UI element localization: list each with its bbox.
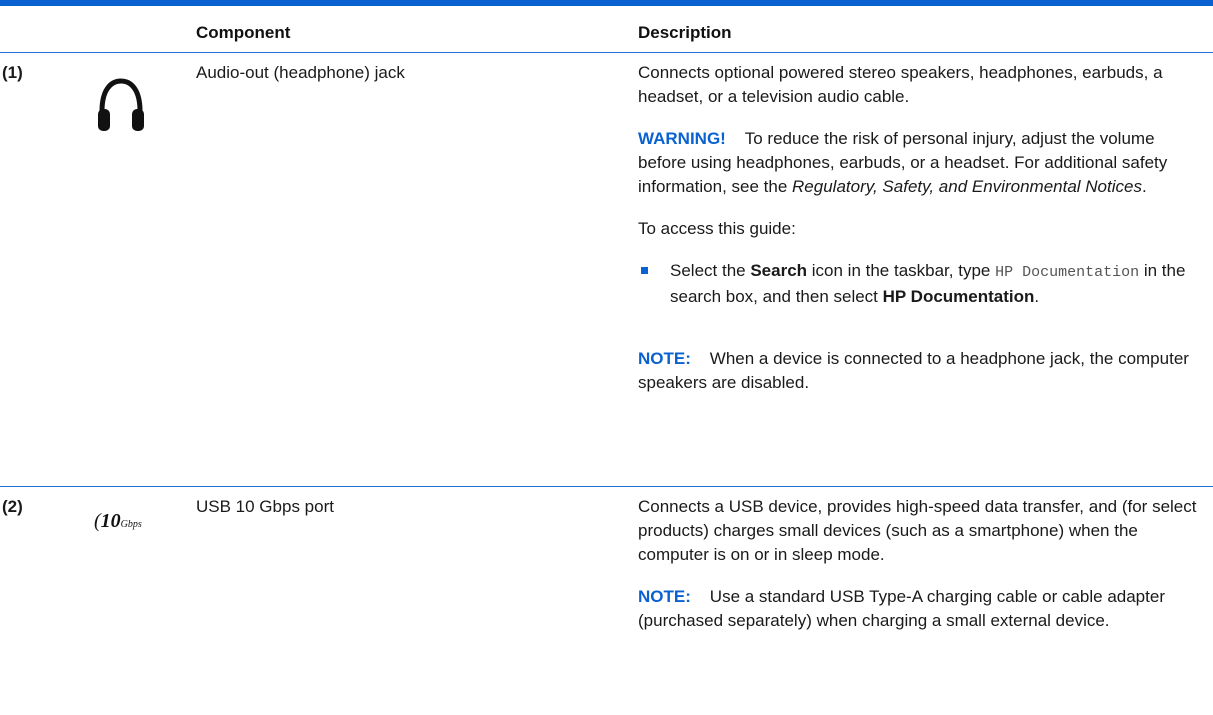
usb-10gbps-icon: (10Gbps — [94, 510, 142, 532]
note-text: Use a standard USB Type-A charging cable… — [638, 587, 1165, 630]
table-header-row: Component Description — [0, 6, 1213, 53]
note-text: When a device is connected to a headphon… — [638, 349, 1189, 392]
warning-label: WARNING! — [638, 129, 726, 148]
bullet-text: . — [1034, 287, 1040, 306]
note-label: NOTE: — [638, 587, 691, 606]
usb-icon-unit: Gbps — [120, 519, 142, 530]
bullet-bold-search: Search — [750, 261, 808, 280]
component-name: Audio-out (headphone) jack — [196, 63, 405, 82]
note-label: NOTE: — [638, 349, 691, 368]
header-component: Component — [196, 23, 291, 42]
header-description: Description — [638, 23, 732, 42]
note-paragraph: NOTE: When a device is connected to a he… — [638, 347, 1198, 395]
row-description: Connects optional powered stereo speaker… — [638, 61, 1198, 413]
bullet-text: icon in the taskbar, type — [807, 261, 996, 280]
row-number: (1) — [2, 63, 23, 82]
description-text: Connects a USB device, provides high-spe… — [638, 497, 1197, 564]
headphone-icon — [96, 77, 146, 140]
bullet-bold-hp-documentation: HP Documentation — [882, 287, 1035, 306]
row-divider — [0, 486, 1213, 487]
list-item: Select the Search icon in the taskbar, t… — [638, 259, 1198, 309]
warning-guide-title: Regulatory, Safety, and Environmental No… — [792, 177, 1142, 196]
usb-icon-number: 10 — [100, 510, 121, 532]
bullet-text: Select the — [670, 261, 751, 280]
warning-paragraph: WARNING! To reduce the risk of personal … — [638, 127, 1198, 199]
note-paragraph: NOTE: Use a standard USB Type-A charging… — [638, 585, 1198, 633]
row-number: (2) — [2, 497, 23, 516]
description-text: Connects optional powered stereo speaker… — [638, 63, 1163, 106]
warning-text-end: . — [1141, 177, 1147, 196]
access-guide-text: To access this guide: — [638, 219, 796, 238]
document-page: Component Description (1) Audio-out (hea… — [0, 0, 1213, 715]
bullet-square-icon — [641, 267, 648, 274]
bullet-code-text: HP Documentation — [995, 264, 1140, 281]
component-name: USB 10 Gbps port — [196, 497, 334, 516]
row-description: Connects a USB device, provides high-spe… — [638, 495, 1198, 651]
